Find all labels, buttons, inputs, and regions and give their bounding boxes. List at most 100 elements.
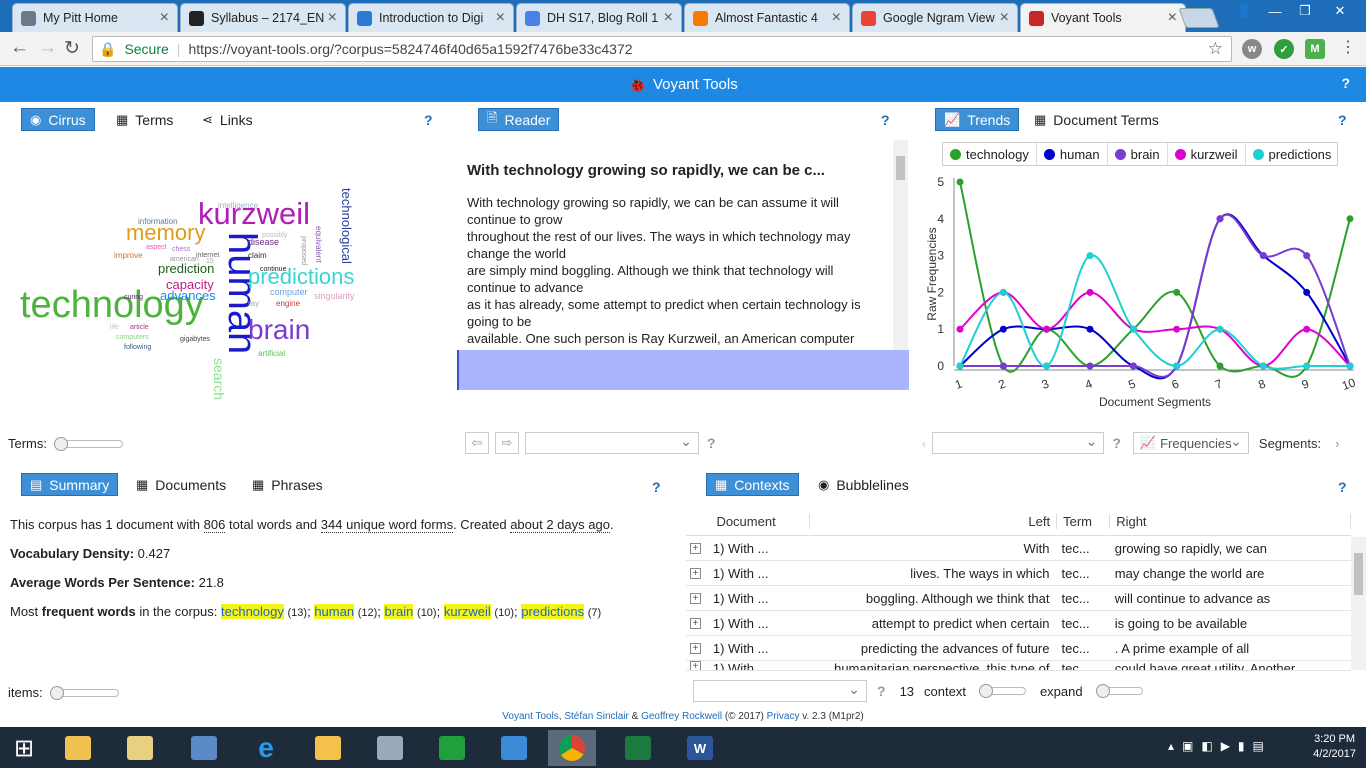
contexts-search-help-icon[interactable]: ? (877, 683, 886, 699)
browser-tab[interactable]: Almost Fantastic 4 × (684, 3, 850, 32)
cloud-word[interactable]: following (124, 344, 151, 351)
trends-prev-icon[interactable]: ‹ (922, 436, 926, 451)
chrome-icon[interactable] (548, 730, 596, 766)
cloud-word[interactable]: chess (172, 246, 190, 253)
legend-item-technology[interactable]: technology (943, 143, 1037, 165)
reader-help-icon[interactable]: ? (881, 112, 890, 128)
cloud-word[interactable]: ray (248, 300, 259, 308)
footer-sinclair-link[interactable]: Stéfan Sinclair (564, 711, 628, 722)
column-header[interactable]: Document (710, 514, 811, 529)
table-row[interactable]: +1) With ... humanitarian perspective, th… (686, 661, 1351, 671)
browser-tab[interactable]: DH S17, Blog Roll 1 × (516, 3, 682, 32)
tab-close-icon[interactable]: × (160, 9, 169, 27)
reader-search-help-icon[interactable]: ? (707, 435, 716, 451)
tab-close-icon[interactable]: × (832, 9, 841, 27)
cloud-word[interactable]: article (130, 324, 149, 331)
cloud-word[interactable]: disease (248, 238, 279, 247)
store-icon[interactable] (428, 730, 476, 766)
file-explorer-icon[interactable] (54, 730, 102, 766)
header-help-icon[interactable]: ? (1341, 75, 1350, 91)
cloud-word[interactable]: possibly (262, 232, 287, 239)
table-row[interactable]: +1) With ... boggling. Although we think … (686, 586, 1351, 611)
url-bar[interactable]: 🔒 Secure | https://voyant-tools.org/?cor… (92, 36, 1232, 62)
windows-start-icon[interactable]: ⊞ (0, 730, 48, 766)
reader-position-bar[interactable] (457, 350, 909, 390)
reload-icon[interactable]: ↻ (64, 37, 80, 60)
legend-item-brain[interactable]: brain (1108, 143, 1168, 165)
system-tray-icons[interactable]: ▴▣◧▶▮▤ (1168, 739, 1272, 753)
expand-row-icon[interactable]: + (690, 542, 701, 554)
trends-tab-trends[interactable]: 📈 Trends (935, 108, 1020, 131)
cloud-word[interactable]: computers (116, 334, 149, 341)
trends-next-icon[interactable]: › (1335, 436, 1339, 451)
column-header[interactable]: Right (1110, 514, 1351, 529)
trends-search-combo[interactable] (932, 432, 1105, 454)
summary-tab-summary[interactable]: ▤ Summary (21, 473, 119, 496)
documents-icon[interactable] (116, 730, 164, 766)
expand-slider[interactable] (1095, 684, 1143, 698)
extension-check-icon[interactable]: ✓ (1274, 39, 1294, 59)
cloud-word[interactable]: curing (124, 294, 143, 301)
tab-close-icon[interactable]: × (1168, 9, 1177, 27)
legend-item-human[interactable]: human (1037, 143, 1108, 165)
cloud-word[interactable]: american (170, 256, 199, 263)
browser-tab[interactable]: Syllabus – 2174_ENG × (180, 3, 346, 32)
word-icon[interactable]: W (676, 730, 724, 766)
menu-icon[interactable]: ⋮ (1340, 37, 1356, 57)
browser-tab[interactable]: My Pitt Home × (12, 3, 178, 32)
tab-close-icon[interactable]: × (328, 9, 337, 27)
cloud-word[interactable]: engine (276, 300, 300, 308)
cloud-word[interactable]: computer (270, 288, 308, 297)
extension-m-icon[interactable]: M (1305, 39, 1325, 59)
next-arrow-icon[interactable]: ⇨ (495, 432, 519, 454)
cirrus-tab-cirrus[interactable]: ◉ Cirrus (21, 108, 95, 131)
tab-reader[interactable]: 🗎 Reader (478, 108, 560, 131)
expand-row-icon[interactable]: + (690, 592, 701, 604)
control-panel-icon[interactable] (180, 730, 228, 766)
new-tab-button[interactable] (1178, 8, 1220, 28)
user-icon[interactable]: 👤 (1230, 0, 1260, 22)
cloud-word[interactable]: equivalent (314, 226, 323, 262)
tab-close-icon[interactable]: × (664, 9, 673, 27)
contexts-scrollbar[interactable] (1351, 537, 1366, 670)
expand-row-icon[interactable]: + (690, 567, 701, 579)
frequent-word-link[interactable]: technology (221, 604, 284, 619)
contexts-tab-bubblelines[interactable]: ◉ Bubblelines (810, 473, 917, 496)
frequent-word-link[interactable]: predictions (521, 604, 585, 619)
back-icon[interactable]: ← (10, 37, 29, 59)
trends-search-help-icon[interactable]: ? (1112, 435, 1121, 451)
cloud-word[interactable]: search (211, 358, 227, 400)
reader-search-combo[interactable] (525, 432, 699, 454)
reader-scrollbar[interactable] (893, 140, 908, 382)
internet-explorer-icon[interactable]: e (242, 730, 290, 766)
cirrus-tab-links[interactable]: ⋖ Links (194, 108, 261, 131)
table-row[interactable]: +1) With ... predicting the advances of f… (686, 636, 1351, 661)
tab-close-icon[interactable]: × (1000, 9, 1009, 27)
cloud-word[interactable]: technological (339, 188, 354, 264)
trends-tab-document-terms[interactable]: ▦ Document Terms (1026, 108, 1167, 131)
cloud-word[interactable]: artificial (258, 350, 285, 358)
clock[interactable]: 3:20 PM 4/2/2017 (1313, 732, 1356, 762)
expand-row-icon[interactable]: + (690, 617, 701, 629)
column-header[interactable]: Left (810, 514, 1058, 529)
frequencies-dropdown[interactable]: 📈 Frequencies (1132, 432, 1249, 454)
cirrus-tab-terms[interactable]: ▦ Terms (108, 108, 181, 131)
frequent-word-link[interactable]: human (314, 604, 355, 619)
cloud-word[interactable]: 15 (206, 258, 214, 265)
context-slider[interactable] (978, 684, 1026, 698)
summary-tab-phrases[interactable]: ▦ Phrases (244, 473, 331, 496)
column-header[interactable]: Term (1057, 514, 1111, 529)
forward-icon[interactable]: → (38, 37, 57, 59)
maximize-icon[interactable]: ❐ (1290, 0, 1320, 22)
cloud-word[interactable]: aspect (146, 244, 167, 251)
cloud-word[interactable]: advances (160, 289, 216, 302)
table-row[interactable]: +1) With ... With tec... growing so rapidly… (686, 536, 1351, 561)
browser-tab[interactable]: Voyant Tools × (1020, 3, 1186, 32)
contexts-help-icon[interactable]: ? (1338, 479, 1347, 495)
folder-icon[interactable] (304, 730, 352, 766)
extension-w-icon[interactable]: w (1242, 39, 1262, 59)
close-window-icon[interactable]: ✕ (1325, 0, 1355, 22)
cloud-word[interactable]: singularity (314, 292, 355, 301)
browser-tab[interactable]: Google Ngram View × (852, 3, 1018, 32)
table-row[interactable]: +1) With ... lives. The ways in which tec.… (686, 561, 1351, 586)
